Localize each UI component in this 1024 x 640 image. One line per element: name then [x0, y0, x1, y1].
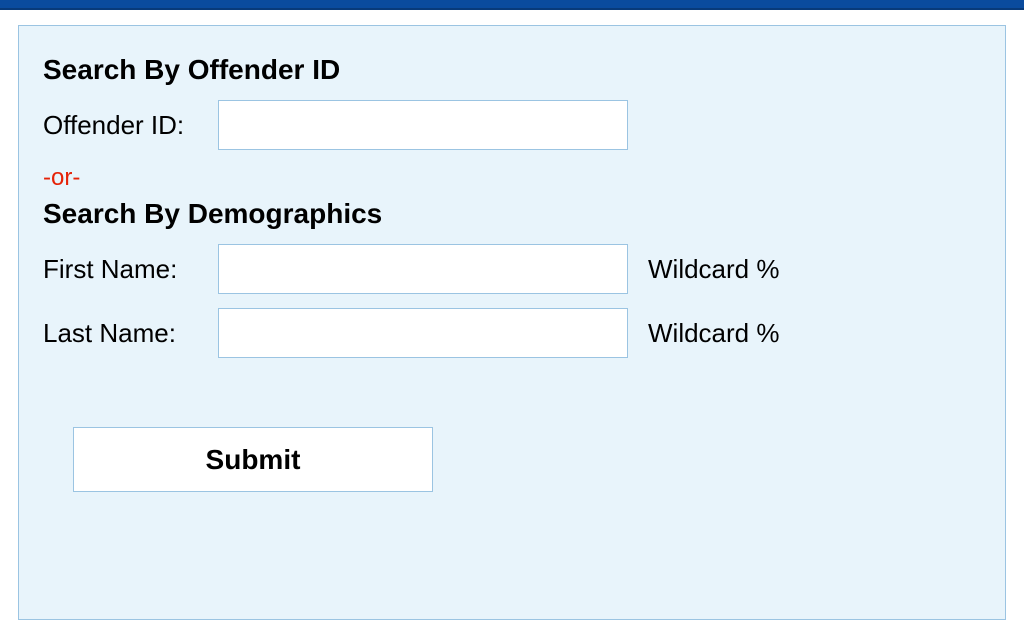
or-separator: -or-: [43, 164, 981, 192]
top-bar: [0, 0, 1024, 10]
last-name-wildcard-hint: Wildcard %: [648, 318, 779, 349]
last-name-input[interactable]: [218, 308, 628, 358]
first-name-wildcard-hint: Wildcard %: [648, 254, 779, 285]
offender-id-input[interactable]: [218, 100, 628, 150]
search-form-panel: Search By Offender ID Offender ID: -or- …: [18, 25, 1006, 620]
offender-id-row: Offender ID:: [43, 100, 981, 150]
search-by-demographics-heading: Search By Demographics: [43, 198, 981, 230]
search-by-offender-id-heading: Search By Offender ID: [43, 54, 981, 86]
first-name-label: First Name:: [43, 254, 218, 285]
offender-id-label: Offender ID:: [43, 110, 218, 141]
last-name-label: Last Name:: [43, 318, 218, 349]
first-name-row: First Name: Wildcard %: [43, 244, 981, 294]
first-name-input[interactable]: [218, 244, 628, 294]
submit-button[interactable]: Submit: [73, 427, 433, 492]
last-name-row: Last Name: Wildcard %: [43, 308, 981, 358]
